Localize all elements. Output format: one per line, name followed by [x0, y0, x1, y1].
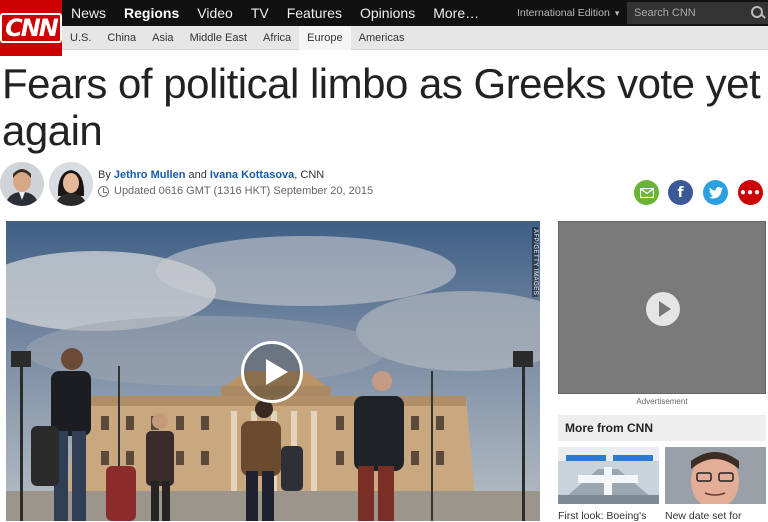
advertisement-video[interactable]	[558, 221, 766, 394]
search-icon[interactable]	[746, 2, 768, 24]
subnav-item-china[interactable]: China	[99, 26, 144, 50]
subnav-item-africa[interactable]: Africa	[255, 26, 299, 50]
author-avatar-1[interactable]	[0, 162, 44, 206]
more-from-heading: More from CNN	[558, 415, 766, 441]
nav-item-video[interactable]: Video	[188, 5, 242, 21]
play-icon[interactable]	[241, 341, 303, 403]
cnn-logo[interactable]: CNN	[0, 0, 62, 56]
more-share-icon[interactable]: ●●●	[738, 180, 763, 205]
clock-icon	[98, 185, 109, 197]
twitter-icon[interactable]	[703, 180, 728, 205]
search-box[interactable]: Search CNN	[627, 2, 768, 24]
related-story-thumbnail-2[interactable]	[665, 447, 766, 504]
article-byline: By Jethro Mullen and Ivana Kottasova, CN…	[98, 169, 324, 181]
byline-outlet: , CNN	[294, 169, 325, 181]
main-nav: News Regions Video TV Features Opinions …	[62, 0, 488, 26]
mail-icon[interactable]	[634, 180, 659, 205]
article-headline: Fears of political limbo as Greeks vote …	[2, 60, 761, 154]
region-subnav: U.S. China Asia Middle East Africa Europ…	[62, 26, 768, 50]
byline-prefix: By	[98, 169, 111, 181]
subnav-item-asia[interactable]: Asia	[144, 26, 181, 50]
updated-timestamp: Updated 0616 GMT (1316 HKT) September 20…	[98, 185, 373, 197]
author-link-1[interactable]: Jethro Mullen	[114, 169, 186, 181]
edition-label: International Edition	[517, 7, 610, 19]
subnav-item-us[interactable]: U.S.	[62, 26, 99, 50]
play-icon[interactable]	[646, 292, 680, 326]
edition-selector[interactable]: International Edition ▾	[517, 0, 619, 26]
related-story-caption-1[interactable]: First look: Boeing's	[558, 510, 659, 522]
nav-item-news[interactable]: News	[62, 5, 115, 21]
nav-item-features[interactable]: Features	[278, 5, 351, 21]
nav-item-tv[interactable]: TV	[242, 5, 278, 21]
author-link-2[interactable]: Ivana Kottasova	[210, 169, 294, 181]
subnav-item-middle-east[interactable]: Middle East	[182, 26, 255, 50]
search-input[interactable]: Search CNN	[627, 7, 746, 19]
author-avatar-2[interactable]	[49, 162, 93, 206]
sub-nav-bar: U.S. China Asia Middle East Africa Europ…	[62, 26, 768, 50]
nav-item-regions[interactable]: Regions	[115, 5, 188, 21]
subnav-item-americas[interactable]: Americas	[351, 26, 413, 50]
related-story-thumbnail-1[interactable]	[558, 447, 659, 504]
nav-item-more[interactable]: More…	[424, 5, 488, 21]
nav-item-opinions[interactable]: Opinions	[351, 5, 424, 21]
hero-video-thumbnail[interactable]: AFP/GETTY IMAGES	[6, 221, 540, 521]
related-story-caption-2[interactable]: New date set for	[665, 510, 766, 522]
updated-text: Updated 0616 GMT (1316 HKT) September 20…	[114, 185, 374, 197]
advertisement-label: Advertisement	[636, 397, 688, 406]
chevron-down-icon: ▾	[614, 7, 620, 18]
subnav-item-europe[interactable]: Europe	[299, 26, 351, 50]
facebook-icon[interactable]: f	[668, 180, 693, 205]
photo-credit: AFP/GETTY IMAGES	[532, 227, 538, 298]
logo-text: CNN	[0, 13, 62, 43]
byline-joiner: and	[188, 169, 207, 181]
